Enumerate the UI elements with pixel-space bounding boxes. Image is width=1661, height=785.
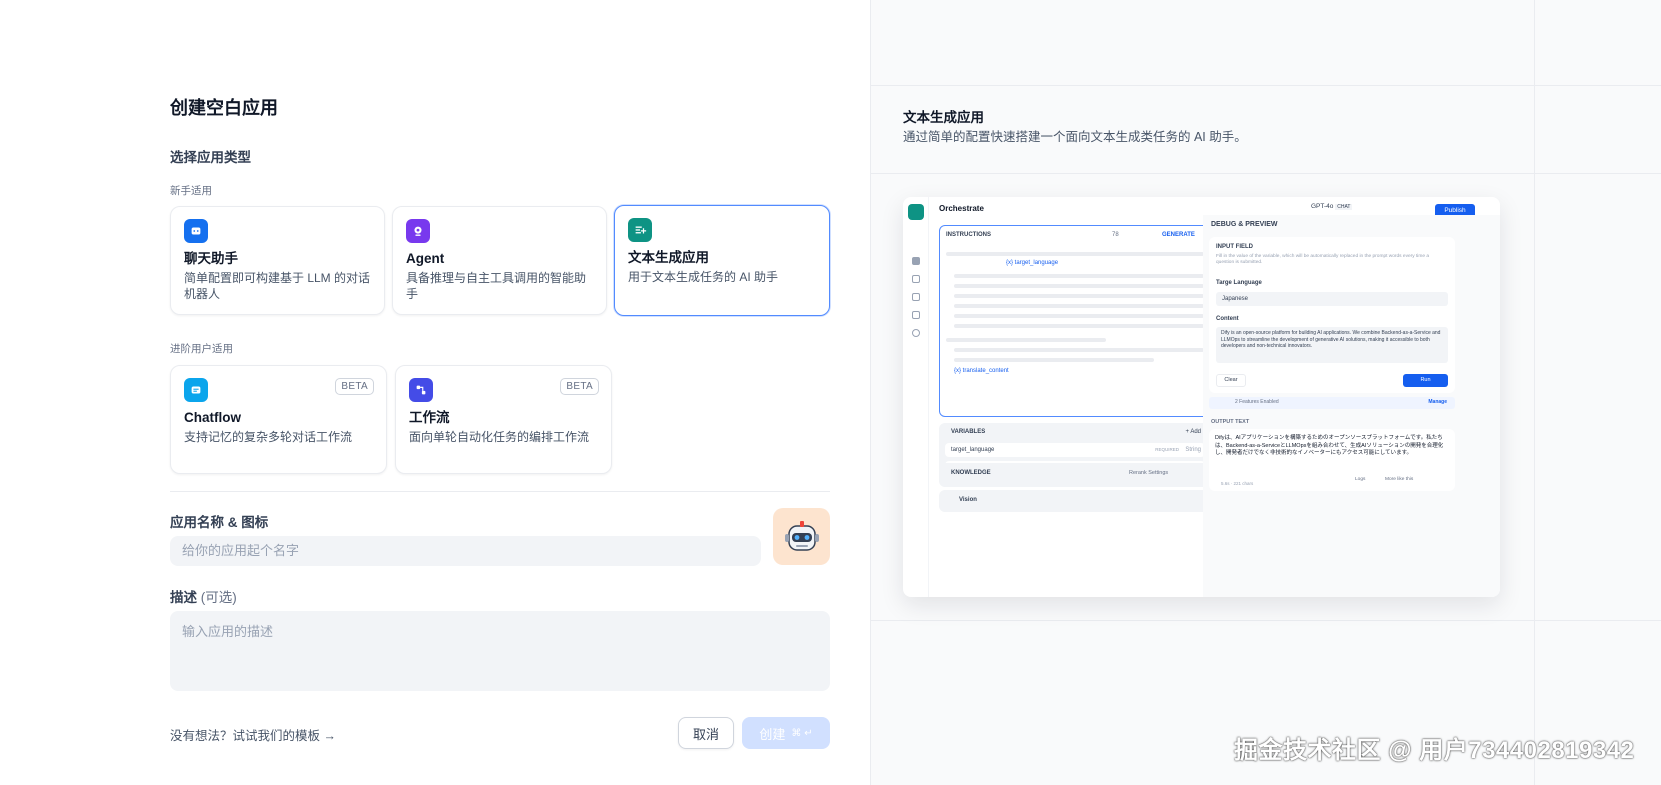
- divider: [170, 491, 830, 492]
- text-line: [954, 324, 1204, 328]
- rerank-settings: Rerank Settings: [1129, 470, 1169, 476]
- chat-bot-icon: [184, 219, 208, 243]
- input-field-label: INPUT FIELD: [1216, 244, 1253, 250]
- card-title: 聊天助手: [184, 251, 238, 266]
- app-type-heading: 选择应用类型: [170, 150, 251, 165]
- nav-icon: [912, 257, 920, 265]
- card-title: 文本生成应用: [628, 250, 709, 265]
- card-desc: 简单配置即可构建基于 LLM 的对话机器人: [184, 271, 371, 301]
- app-type-card-agent[interactable]: Agent 具备推理与自主工具调用的智能助手: [392, 206, 607, 315]
- vision-panel: Vision: [939, 490, 1211, 512]
- output-label: OUTPUT TEXT: [1211, 419, 1250, 425]
- text-line: [954, 304, 1204, 308]
- rail: [903, 197, 929, 597]
- app-desc-textarea[interactable]: 输入应用的描述: [170, 611, 830, 691]
- card-title: 工作流: [409, 410, 450, 425]
- card-desc: 面向单轮自动化任务的编排工作流: [409, 430, 590, 444]
- output-card: Difyは、AIアプリケーションを構築するためのオープンソースプラットフォームで…: [1209, 429, 1455, 491]
- enter-key-icon: ⌘ ↵: [791, 727, 813, 739]
- beta-badge: BETA: [335, 378, 374, 395]
- text-line: [946, 252, 1204, 256]
- logs-button: Logs: [1355, 477, 1366, 482]
- debug-panel: DEBUG & PREVIEW INPUT FIELD Fill in the …: [1203, 215, 1500, 597]
- app-type-card-text-generation[interactable]: 文本生成应用 用于文本生成任务的 AI 助手: [614, 205, 830, 316]
- preview-title: 文本生成应用: [903, 110, 984, 125]
- text-line: [954, 348, 1204, 352]
- nav-icon: [912, 275, 920, 283]
- chatflow-icon: [184, 378, 208, 402]
- output-meta: 5.6s · 221 chars: [1221, 481, 1254, 486]
- clear-button: Clear: [1216, 374, 1246, 387]
- model-selector: GPT-4o CHAT: [1311, 203, 1353, 210]
- debug-title: DEBUG & PREVIEW: [1211, 221, 1278, 228]
- instructions-label: INSTRUCTIONS: [946, 232, 991, 238]
- content-label: Content: [1216, 316, 1239, 322]
- text-line: [954, 274, 1204, 278]
- variable-row: target_language REQUIRED String: [945, 443, 1205, 457]
- app-type-card-workflow[interactable]: 工作流 面向单轮自动化任务的编排工作流 BETA: [395, 365, 612, 474]
- features-bar: 2 Features Enabled Manage: [1209, 397, 1455, 409]
- target-select: Japanese: [1216, 292, 1448, 306]
- workflow-icon: [409, 378, 433, 402]
- nav-icon: [912, 311, 920, 319]
- text-line: [954, 294, 1204, 298]
- output-text: Difyは、AIアプリケーションを構築するためのオープンソースプラットフォームで…: [1215, 435, 1444, 456]
- knowledge-label: KNOWLEDGE: [951, 470, 991, 476]
- instructions-count: 78: [1112, 232, 1119, 238]
- grid-line: [870, 173, 1661, 174]
- desc-label: 描述 (可选): [170, 590, 237, 605]
- cancel-button[interactable]: 取消: [678, 717, 734, 749]
- target-label: Targe Language: [1216, 280, 1262, 286]
- vision-label: Vision: [959, 497, 977, 503]
- add-variable: + Add: [1185, 429, 1201, 435]
- input-card: INPUT FIELD Fill in the value of the var…: [1209, 237, 1455, 393]
- agent-icon: [406, 219, 430, 243]
- grid-line: [1534, 0, 1535, 785]
- card-desc: 用于文本生成任务的 AI 助手: [628, 270, 779, 284]
- card-title: Chatflow: [184, 410, 241, 425]
- card-title: Agent: [406, 251, 445, 266]
- text-line: [954, 314, 1204, 318]
- create-button[interactable]: 创建 ⌘ ↵: [742, 717, 830, 749]
- app-icon-picker[interactable]: [773, 508, 830, 565]
- robot-icon: [784, 520, 819, 551]
- app-type-card-chatflow[interactable]: Chatflow 支持记忆的复杂多轮对话工作流 BETA: [170, 365, 387, 474]
- content-textarea: Dify is an open-source platform for buil…: [1216, 327, 1448, 363]
- grid-line: [870, 620, 1661, 621]
- preview-desc: 通过简单的配置快速搭建一个面向文本生成类任务的 AI 助手。: [903, 130, 1247, 144]
- text-line: [954, 358, 1154, 362]
- advanced-group-label: 进阶用户适用: [170, 343, 233, 355]
- preview-screenshot: Orchestrate GPT-4o CHAT Publish INSTRUCT…: [903, 197, 1500, 597]
- var-chip: {x} target_language: [1006, 260, 1059, 266]
- app-name-input[interactable]: 给你的应用起个名字: [170, 536, 761, 566]
- beta-badge: BETA: [560, 378, 599, 395]
- more-like-this: More like this: [1385, 477, 1414, 482]
- card-desc: 具备推理与自主工具调用的智能助手: [406, 271, 587, 301]
- text-line: [954, 284, 1204, 288]
- var-chip: {x} translate_content: [954, 368, 1009, 374]
- generate-button: GENERATE: [1162, 232, 1195, 238]
- orchestrate-title: Orchestrate: [939, 204, 984, 213]
- arrow-right-icon: →: [323, 729, 337, 743]
- beginner-group-label: 新手适用: [170, 185, 212, 197]
- input-hint: Fill in the value of the variable, which…: [1216, 254, 1430, 265]
- grid-line: [870, 85, 1661, 86]
- card-desc: 支持记忆的复杂多轮对话工作流: [184, 430, 353, 444]
- name-label: 应用名称 & 图标: [170, 515, 269, 530]
- text-generation-icon: [628, 218, 652, 242]
- app-type-card-chatbot[interactable]: 聊天助手 简单配置即可构建基于 LLM 的对话机器人: [170, 206, 385, 315]
- text-line: [946, 338, 1106, 342]
- run-button: Run: [1403, 374, 1448, 387]
- instructions-box: INSTRUCTIONS 78 GENERATE {x} target_lang…: [939, 225, 1211, 417]
- page-title: 创建空白应用: [170, 98, 278, 118]
- nav-icon: [912, 293, 920, 301]
- optional-hint: (可选): [200, 590, 237, 605]
- knowledge-panel: KNOWLEDGE Rerank Settings: [939, 463, 1211, 485]
- app-avatar: [908, 204, 924, 220]
- nav-icon: [912, 329, 920, 337]
- variables-label: VARIABLES: [951, 429, 986, 435]
- create-app-form: 创建空白应用 选择应用类型 新手适用 聊天助手 简单配置即可构建基于 LLM 的…: [0, 0, 870, 785]
- watermark: 掘金技术社区 @ 用户734402819342: [1234, 737, 1635, 764]
- template-link[interactable]: 没有想法？试试我们的模板 →: [170, 725, 336, 744]
